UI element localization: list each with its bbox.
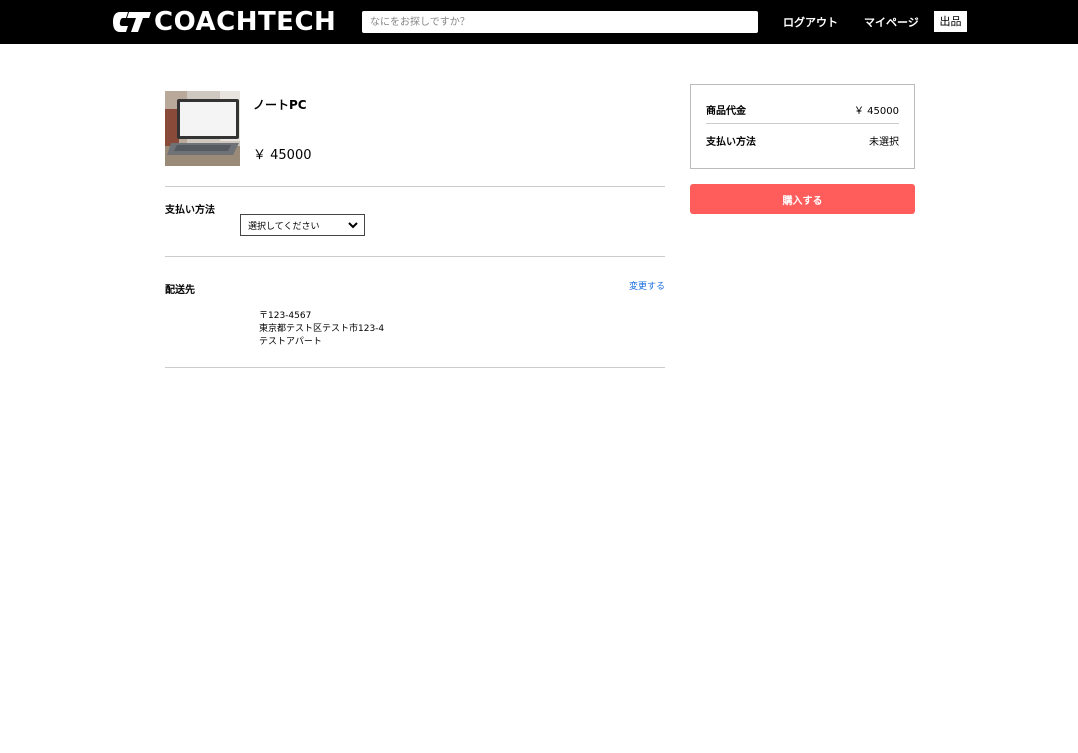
product-image bbox=[165, 91, 240, 166]
divider bbox=[165, 186, 665, 187]
sell-button[interactable]: 出品 bbox=[934, 11, 967, 32]
payment-method-select[interactable]: 選択してください bbox=[240, 214, 365, 236]
shipping-label: 配送先 bbox=[165, 285, 195, 296]
order-summary: 商品代金 ￥ 45000 支払い方法 未選択 bbox=[690, 84, 915, 169]
mypage-link[interactable]: マイページ bbox=[864, 14, 919, 30]
logo[interactable]: COACHTECH bbox=[112, 9, 336, 35]
laptop-photo bbox=[165, 91, 240, 166]
summary-divider bbox=[706, 123, 899, 124]
search-input[interactable] bbox=[362, 11, 758, 33]
change-address-link[interactable]: 変更する bbox=[629, 279, 665, 292]
divider bbox=[165, 367, 665, 368]
address: 東京都テスト区テスト市123-4 bbox=[259, 324, 385, 334]
summary-price-label: 商品代金 bbox=[706, 106, 746, 117]
summary-payment-label: 支払い方法 bbox=[706, 137, 756, 148]
chevron-down-icon bbox=[348, 222, 358, 229]
building: テストアパート bbox=[259, 337, 322, 347]
header: COACHTECH ログアウト マイページ 出品 bbox=[0, 0, 1078, 44]
ct-logo-icon bbox=[113, 12, 151, 32]
divider bbox=[165, 256, 665, 257]
product-name: ノートPC bbox=[253, 98, 307, 112]
payment-method-label: 支払い方法 bbox=[165, 205, 215, 216]
logout-link[interactable]: ログアウト bbox=[783, 14, 838, 30]
payment-select-value: 選択してください bbox=[248, 221, 320, 232]
summary-price-value: ￥ 45000 bbox=[854, 106, 899, 117]
logo-text: COACHTECH bbox=[154, 7, 337, 37]
product-price: ￥ 45000 bbox=[253, 148, 312, 163]
summary-payment-value: 未選択 bbox=[869, 137, 899, 148]
postal-code: 〒123-4567 bbox=[259, 311, 312, 321]
purchase-button[interactable]: 購入する bbox=[690, 184, 915, 214]
